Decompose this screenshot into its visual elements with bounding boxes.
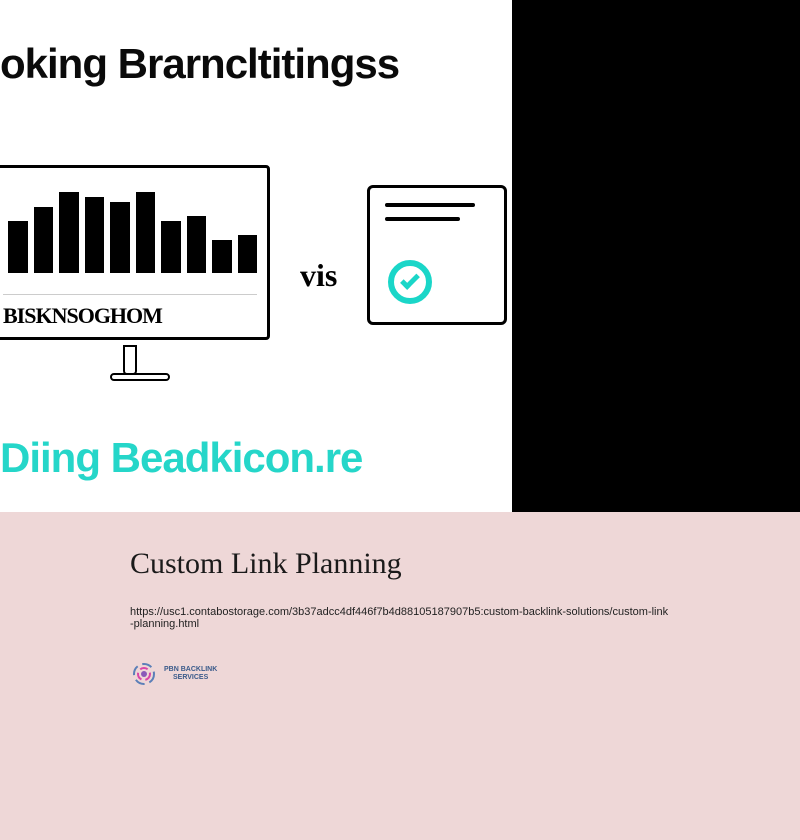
vis-label: vis bbox=[300, 257, 337, 294]
logo-line2: SERVICES bbox=[164, 674, 217, 682]
monitors-row: BISKNSOGHOM vis bbox=[0, 160, 512, 390]
illustration-panel: oking Brarncltitingss bbox=[0, 0, 512, 512]
bar-chart-icon bbox=[3, 178, 257, 273]
article-url[interactable]: https://usc1.contabostorage.com/3b37adcc… bbox=[130, 606, 670, 630]
logo-swirl-icon bbox=[130, 660, 158, 688]
checkmark-icon bbox=[388, 260, 432, 304]
article-title: Custom Link Planning bbox=[130, 547, 670, 581]
article-section: Custom Link Planning https://usc1.contab… bbox=[0, 512, 800, 840]
monitor-screen-left: BISKNSOGHOM bbox=[0, 165, 270, 340]
top-headline: oking Brarncltitingss bbox=[0, 40, 399, 88]
black-side-panel bbox=[512, 0, 800, 512]
monitor-right bbox=[367, 185, 512, 365]
bottom-headline: Diing Beadkicon.re bbox=[0, 434, 362, 482]
monitor-left-label: BISKNSOGHOM bbox=[3, 294, 257, 329]
hero-section: oking Brarncltitingss bbox=[0, 0, 800, 512]
brand-logo[interactable]: PBN BACKLINK SERVICES bbox=[130, 660, 670, 688]
monitor-stand-icon bbox=[110, 345, 150, 390]
text-lines-icon bbox=[385, 203, 489, 221]
logo-text: PBN BACKLINK SERVICES bbox=[164, 666, 217, 681]
logo-line1: PBN BACKLINK bbox=[164, 666, 217, 674]
monitor-left: BISKNSOGHOM bbox=[0, 165, 270, 385]
monitor-screen-right bbox=[367, 185, 507, 325]
